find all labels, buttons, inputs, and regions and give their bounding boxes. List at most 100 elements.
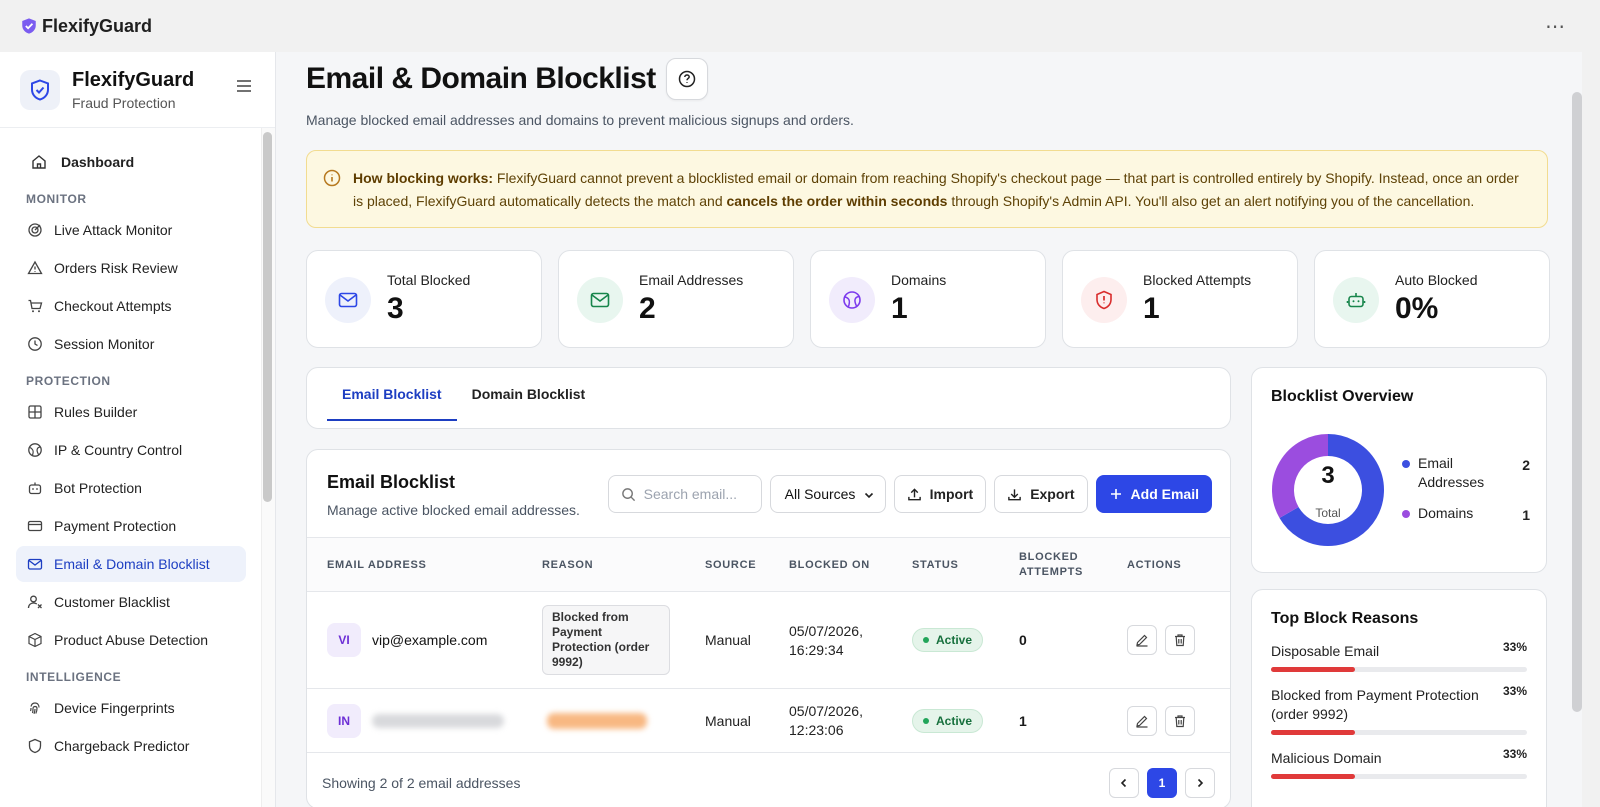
sidebar-scrollbar[interactable]: [263, 132, 272, 502]
info-alert: How blocking works: FlexifyGuard cannot …: [306, 150, 1548, 228]
reason-item: Blocked from Payment Protection (order 9…: [1271, 684, 1527, 735]
sidebar-item-session-monitor[interactable]: Session Monitor: [16, 326, 246, 362]
sidebar-item-label: Email & Domain Blocklist: [54, 556, 210, 572]
sidebar-item-customer-blacklist[interactable]: Customer Blacklist: [16, 584, 246, 620]
blocked-attempts: 0: [1019, 632, 1027, 648]
delete-button[interactable]: [1165, 706, 1195, 736]
table-row: IN Manual 05/07/2026, 12:23:06 Active 1: [307, 689, 1230, 753]
reason-bar-fill: [1271, 774, 1356, 779]
edit-button[interactable]: [1127, 706, 1157, 736]
sidebar-item-orders-risk-review[interactable]: Orders Risk Review: [16, 250, 246, 286]
nav-section-intelligence: INTELLIGENCE: [26, 670, 122, 684]
radar-icon: [26, 222, 43, 239]
sidebar-nav: Dashboard MONITOR Live Attack Monitor Or…: [0, 128, 262, 766]
sidebar-item-ip-country-control[interactable]: IP & Country Control: [16, 432, 246, 468]
sidebar-title: FlexifyGuard: [72, 68, 195, 91]
search-input[interactable]: Search email...: [607, 475, 762, 513]
export-button[interactable]: Export: [994, 475, 1088, 513]
sidebar-item-label: Chargeback Predictor: [54, 738, 190, 754]
tab-bar: Email Blocklist Domain Blocklist: [306, 367, 1231, 429]
source-filter-select[interactable]: All Sources: [769, 475, 886, 513]
reason-item: Disposable Email 33%: [1271, 640, 1527, 672]
sidebar-item-payment-protection[interactable]: Payment Protection: [16, 508, 246, 544]
import-label: Import: [929, 486, 974, 502]
chevron-left-icon: [1119, 778, 1129, 788]
sidebar: FlexifyGuard Fraud Protection Dashboard …: [0, 52, 276, 807]
app-name: FlexifyGuard: [42, 15, 153, 36]
sidebar-item-dashboard[interactable]: Dashboard: [16, 144, 246, 180]
sidebar-item-label: IP & Country Control: [54, 442, 183, 458]
plus-icon: [1109, 487, 1123, 501]
col-source: SOURCE: [705, 559, 757, 571]
alert-lead: How blocking works:: [353, 170, 494, 186]
sidebar-item-rules-builder[interactable]: Rules Builder: [16, 394, 246, 430]
more-options-icon[interactable]: ⋯: [1545, 14, 1566, 39]
edit-button[interactable]: [1127, 625, 1157, 655]
sidebar-subtitle: Fraud Protection: [72, 94, 176, 111]
blocked-on-date: 05/07/2026,: [789, 703, 863, 719]
tab-email-blocklist[interactable]: Email Blocklist: [327, 368, 457, 421]
home-icon: [30, 154, 47, 171]
import-button[interactable]: Import: [893, 475, 987, 513]
status-badge: Active: [912, 628, 984, 652]
sidebar-item-label: Device Fingerprints: [54, 700, 175, 716]
table-footer: Showing 2 of 2 email addresses 1: [307, 756, 1230, 807]
app-top-bar: FlexifyGuard ⋯: [0, 0, 1600, 52]
sidebar-item-live-attack-monitor[interactable]: Live Attack Monitor: [16, 212, 246, 248]
sidebar-item-bot-protection[interactable]: Bot Protection: [16, 470, 246, 506]
info-icon: [323, 169, 341, 194]
email-blocklist-card: Email Blocklist Manage active blocked em…: [306, 449, 1231, 807]
alert-bold: cancels the order within seconds: [726, 193, 948, 209]
stat-label: Auto Blocked: [1395, 272, 1478, 288]
cart-icon: [26, 298, 43, 315]
sidebar-item-product-abuse-detection[interactable]: Product Abuse Detection: [16, 622, 246, 658]
stat-total-blocked: Total Blocked 3: [306, 250, 542, 348]
next-page-button[interactable]: [1185, 768, 1215, 798]
stat-value: 3: [387, 292, 404, 325]
stats-row: Total Blocked 3 Email Addresses 2 Domains 1…: [306, 250, 1550, 348]
page-button-current[interactable]: 1: [1147, 768, 1177, 798]
source-filter-value: All Sources: [784, 486, 856, 502]
envelope-icon: [325, 277, 371, 323]
help-icon: [678, 70, 696, 88]
hamburger-menu-icon[interactable]: [235, 78, 253, 99]
sidebar-item-device-fingerprints[interactable]: Device Fingerprints: [16, 690, 246, 726]
sidebar-item-chargeback-predictor[interactable]: Chargeback Predictor: [16, 728, 246, 764]
legend-value: 1: [1522, 507, 1530, 523]
main-content: Email & Domain Blocklist Manage blocked …: [306, 52, 1550, 807]
blocked-on: 05/07/2026, 12:23:06: [789, 702, 863, 740]
sidebar-item-checkout-attempts[interactable]: Checkout Attempts: [16, 288, 246, 324]
legend-dot: [1402, 510, 1410, 518]
bot-icon: [26, 480, 43, 497]
prev-page-button[interactable]: [1109, 768, 1139, 798]
grid-icon: [26, 404, 43, 421]
donut-total: 3: [1321, 462, 1335, 489]
pencil-icon: [1135, 633, 1149, 647]
page-title: Email & Domain Blocklist: [306, 62, 656, 95]
reason-bar: [1271, 667, 1527, 672]
help-button[interactable]: [665, 58, 708, 100]
chevron-right-icon: [1195, 778, 1205, 788]
sidebar-item-label: Checkout Attempts: [54, 298, 172, 314]
user-block-icon: [26, 594, 43, 611]
download-icon: [1007, 487, 1022, 502]
table-header: EMAIL ADDRESS REASON SOURCE BLOCKED ON S…: [307, 538, 1230, 592]
reason-label: Malicious Domain: [1271, 750, 1382, 766]
tab-domain-blocklist[interactable]: Domain Blocklist: [457, 368, 601, 420]
delete-button[interactable]: [1165, 625, 1195, 655]
main-scrollbar[interactable]: [1572, 92, 1582, 712]
sidebar-item-label: Live Attack Monitor: [54, 222, 173, 238]
legend-label: Domains: [1418, 505, 1474, 521]
reason-item: Malicious Domain 33%: [1271, 747, 1527, 779]
add-email-button[interactable]: Add Email: [1095, 475, 1212, 513]
stat-label: Total Blocked: [387, 272, 471, 288]
alert-text-2: through Shopify's Admin API. You'll also…: [947, 193, 1475, 209]
blocked-on-time: 16:29:34: [789, 642, 844, 658]
sidebar-item-email-domain-blocklist[interactable]: Email & Domain Blocklist: [16, 546, 246, 582]
reason-bar-fill: [1271, 667, 1356, 672]
avatar: IN: [327, 704, 361, 738]
col-email-address: EMAIL ADDRESS: [327, 559, 427, 571]
reason-bar: [1271, 730, 1527, 735]
legend-dot: [1402, 460, 1410, 468]
reason-percent: 33%: [1502, 640, 1527, 654]
